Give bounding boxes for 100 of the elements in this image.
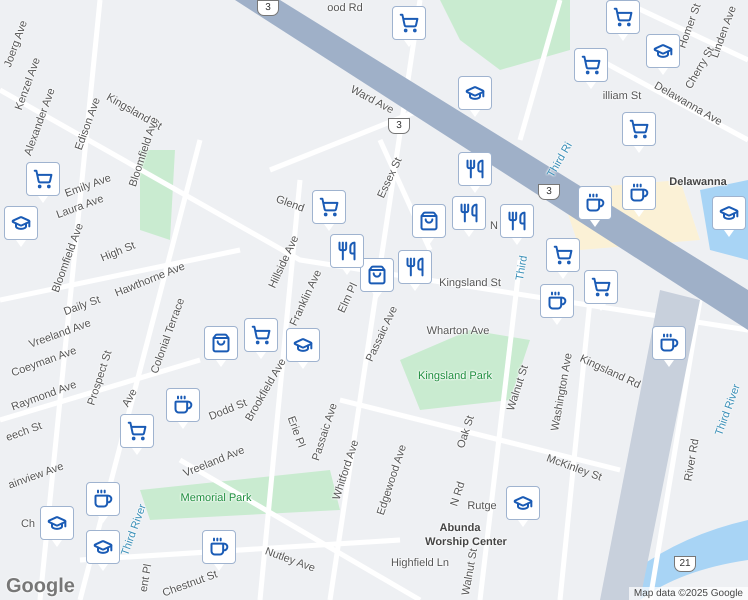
- map-pin[interactable]: [500, 204, 534, 245]
- street-label: Glend: [274, 193, 306, 215]
- cart-icon: [319, 197, 339, 217]
- street-label: Erie Pl: [284, 414, 308, 450]
- street-label: Ave: [120, 386, 140, 410]
- route-shield: 21: [674, 556, 696, 572]
- map-pin[interactable]: [458, 152, 492, 193]
- street-label: Oak St: [455, 414, 477, 450]
- river-label: Third River: [713, 382, 743, 438]
- street-label: Washington Ave: [549, 352, 575, 432]
- map-pin[interactable]: [412, 204, 446, 245]
- map-pin[interactable]: [458, 76, 492, 117]
- place-label: Delawanna: [669, 176, 727, 188]
- cart-icon: [399, 13, 419, 33]
- street-label: ainview Ave: [6, 460, 66, 492]
- cart-icon: [33, 169, 53, 189]
- map-pin[interactable]: [202, 530, 236, 571]
- fork-knife-icon: [405, 257, 425, 277]
- street-label: Nutley Ave: [263, 545, 317, 575]
- map-pin[interactable]: [330, 234, 364, 275]
- coffee-cup-icon: [93, 489, 113, 509]
- map-pin[interactable]: [86, 482, 120, 523]
- street-label: Ch: [20, 518, 36, 530]
- coffee-cup-icon: [547, 291, 567, 311]
- map-pin[interactable]: [506, 486, 540, 527]
- map-pin[interactable]: [204, 326, 238, 367]
- map-pin[interactable]: [452, 196, 486, 237]
- street-label: Highfield Ln: [390, 556, 450, 570]
- street-label: Walnut St: [460, 548, 480, 596]
- map-pin[interactable]: [546, 238, 580, 279]
- route-shield: 3: [257, 0, 279, 16]
- river-label: Third: [514, 254, 530, 282]
- cart-icon: [251, 325, 271, 345]
- graduation-cap-icon: [11, 213, 31, 233]
- coffee-cup-icon: [173, 395, 193, 415]
- graduation-cap-icon: [465, 83, 485, 103]
- cart-icon: [629, 119, 649, 139]
- graduation-cap-icon: [719, 203, 739, 223]
- map-pin[interactable]: [578, 186, 612, 227]
- map-pin[interactable]: [392, 6, 426, 47]
- graduation-cap-icon: [93, 537, 113, 557]
- map-pin[interactable]: [652, 326, 686, 367]
- park-label: Kingsland Park: [418, 370, 492, 382]
- street-label: ood Rd: [327, 2, 363, 14]
- map-pin[interactable]: [286, 328, 320, 369]
- cart-icon: [591, 277, 611, 297]
- map-pin[interactable]: [244, 318, 278, 359]
- shopping-bag-icon: [211, 333, 231, 353]
- map-pin[interactable]: [712, 196, 746, 237]
- street-label: Ward Ave: [348, 84, 396, 116]
- graduation-cap-icon: [653, 41, 673, 61]
- street-label: Kingsland St: [439, 276, 501, 290]
- cart-icon: [127, 421, 147, 441]
- google-logo: Google: [6, 575, 75, 598]
- map-pin[interactable]: [40, 506, 74, 547]
- map-pin[interactable]: [646, 34, 680, 75]
- street-label: River Rd: [682, 438, 702, 482]
- map-pin[interactable]: [120, 414, 154, 455]
- street-label: eech St: [4, 420, 44, 444]
- street-label: illiam St: [602, 90, 642, 102]
- street-label: Homer St: [676, 2, 704, 50]
- coffee-cup-icon: [209, 537, 229, 557]
- coffee-cup-icon: [585, 193, 605, 213]
- graduation-cap-icon: [47, 513, 67, 533]
- street-label: Daily St: [62, 294, 102, 318]
- fork-knife-icon: [459, 203, 479, 223]
- street-label: High St: [99, 240, 137, 264]
- street-label: N Rd: [448, 480, 468, 508]
- graduation-cap-icon: [513, 493, 533, 513]
- map-pin[interactable]: [4, 206, 38, 247]
- map-pin[interactable]: [360, 258, 394, 299]
- cart-icon: [553, 245, 573, 265]
- coffee-cup-icon: [629, 183, 649, 203]
- map-pin[interactable]: [622, 176, 656, 217]
- map-attribution: Map data ©2025 Google: [628, 587, 748, 600]
- place-label: Worship Center: [425, 536, 507, 548]
- map-pin[interactable]: [540, 284, 574, 325]
- street-label: Wharton Ave: [426, 324, 490, 338]
- shopping-bag-icon: [419, 211, 439, 231]
- graduation-cap-icon: [293, 335, 313, 355]
- street-label: Rutge: [467, 500, 497, 512]
- map-pin[interactable]: [398, 250, 432, 291]
- map-pin[interactable]: [606, 0, 640, 41]
- place-label: Abunda: [440, 522, 480, 534]
- shopping-bag-icon: [367, 265, 387, 285]
- map-pin[interactable]: [622, 112, 656, 153]
- map-pin[interactable]: [166, 388, 200, 429]
- river-label: Third River: [119, 502, 149, 558]
- map-pin[interactable]: [584, 270, 618, 311]
- street-label: N: [490, 220, 498, 232]
- map-pin[interactable]: [26, 162, 60, 203]
- street-label: Joerg Ave: [2, 19, 30, 69]
- fork-knife-icon: [507, 211, 527, 231]
- street-label: Elm Pl: [336, 281, 360, 315]
- map-pin[interactable]: [86, 530, 120, 571]
- map-pin[interactable]: [574, 48, 608, 89]
- street-label: ent Pl: [138, 563, 154, 593]
- fork-knife-icon: [337, 241, 357, 261]
- map-pin[interactable]: [312, 190, 346, 231]
- cart-icon: [581, 55, 601, 75]
